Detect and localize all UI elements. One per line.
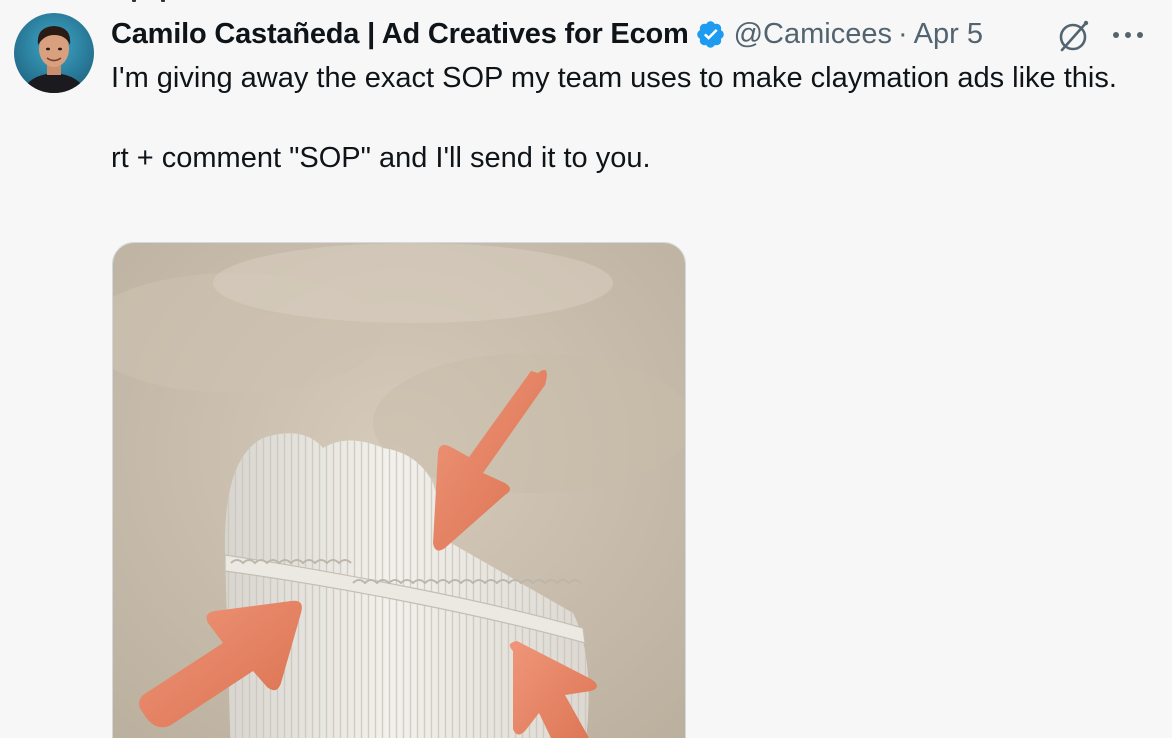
tweet-text: I'm giving away the exact SOP my team us… bbox=[111, 58, 1131, 178]
avatar[interactable] bbox=[14, 13, 94, 93]
claymation-ad-image-icon bbox=[113, 243, 685, 738]
previous-content-edge bbox=[130, 0, 170, 4]
author-handle[interactable]: @Camicees bbox=[734, 18, 892, 51]
more-options-icon[interactable] bbox=[1110, 19, 1146, 51]
header-separator: · bbox=[897, 17, 908, 50]
verified-badge-icon[interactable] bbox=[695, 19, 726, 50]
grok-icon[interactable] bbox=[1054, 17, 1092, 55]
tweet-text-line: rt + comment "SOP" and I'll send it to y… bbox=[111, 142, 651, 174]
author-display-name[interactable]: Camilo Castañeda | Ad Creatives for Ecom bbox=[111, 18, 689, 51]
tweet-container: Camilo Castañeda | Ad Creatives for Ecom… bbox=[0, 0, 1172, 738]
tweet-header: Camilo Castañeda | Ad Creatives for Ecom… bbox=[111, 13, 983, 55]
tweet-media-image[interactable] bbox=[112, 242, 686, 738]
profile-photo-icon bbox=[14, 13, 94, 93]
tweet-date[interactable]: Apr 5 bbox=[914, 18, 983, 51]
tweet-text-line: I'm giving away the exact SOP my team us… bbox=[111, 62, 1117, 94]
